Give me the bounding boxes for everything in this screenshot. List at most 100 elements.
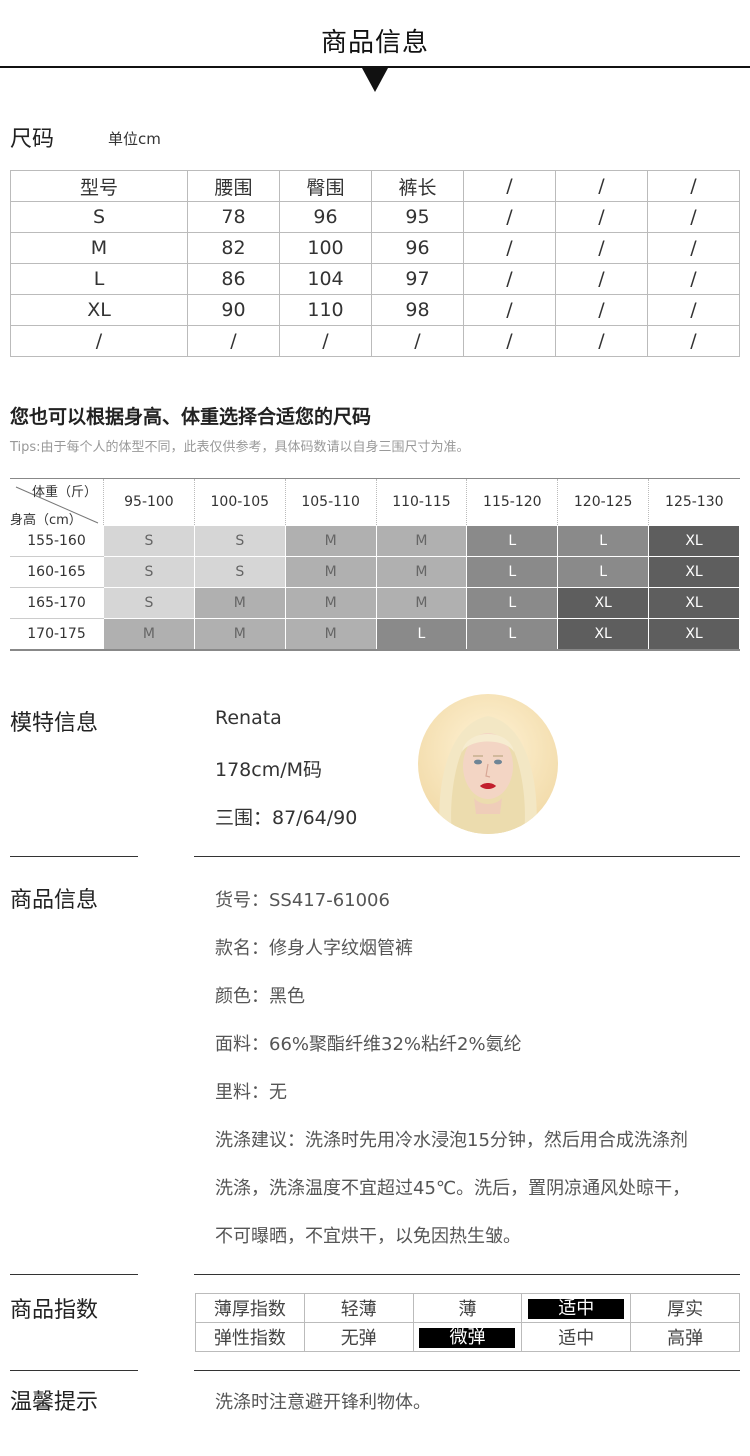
index-option-label: 无弹 xyxy=(340,1328,377,1349)
size-row: XL 90 110 98// / xyxy=(10,294,740,326)
recommend-title: 您也可以根据身高、体重选择合适您的尺码 xyxy=(10,406,372,428)
model-section-title: 模特信息 xyxy=(10,711,99,736)
weight-header: 115-120 xyxy=(466,478,558,526)
size-cell: XL xyxy=(10,294,188,326)
size-cell: / xyxy=(647,263,740,295)
size-cell: / xyxy=(647,325,740,357)
recommend-size-cell: M xyxy=(284,556,377,588)
index-option: 微弹 xyxy=(412,1322,523,1352)
recommend-size-cell: S xyxy=(193,556,286,588)
recommend-row: 170-175 M M M L L XL XL xyxy=(10,618,740,651)
weight-header: 100-105 xyxy=(193,478,286,526)
size-cell: 96 xyxy=(279,201,372,233)
recommend-size-cell: XL xyxy=(648,556,740,588)
index-option: 薄 xyxy=(412,1293,523,1323)
size-cell: / xyxy=(463,201,556,233)
size-cell: / xyxy=(555,294,648,326)
index-row: 弹性指数 无弹 微弹 适中 高弹 xyxy=(195,1322,740,1352)
index-label: 薄厚指数 xyxy=(195,1293,305,1323)
size-table: 型号 腰围 臀围 裤长 / / / S 78 96 95// / M 82 100 96// / L 86 104 97… xyxy=(10,170,740,357)
size-cell: / xyxy=(647,294,740,326)
size-cell: / xyxy=(555,201,648,233)
size-cell: / xyxy=(555,325,648,357)
recommend-header-row: 体重（斤） 身高（cm） 95-100 100-105 105-110 110-115… xyxy=(10,478,740,528)
size-cell: 90 xyxy=(187,294,280,326)
size-cell: 臀围 xyxy=(279,170,372,202)
product-info-line: 颜色：黑色 xyxy=(215,986,305,1007)
size-header-row: 型号 腰围 臀围 裤长 / / / xyxy=(10,170,740,202)
index-option: 适中 xyxy=(521,1322,632,1352)
recommend-size-cell: S xyxy=(103,556,195,588)
index-table: 薄厚指数 轻薄薄适中 厚实 弹性指数 无弹 微弹 适中 高弹 xyxy=(195,1293,740,1352)
weight-header: 125-130 xyxy=(648,478,740,526)
size-cell: / xyxy=(555,170,648,202)
index-option-label: 厚实 xyxy=(667,1299,704,1320)
weight-axis-label: 体重（斤） xyxy=(32,485,98,500)
index-option: 厚实 xyxy=(630,1293,740,1323)
divider-long xyxy=(194,1370,740,1371)
size-cell: 86 xyxy=(187,263,280,295)
size-cell: / xyxy=(371,325,464,357)
size-row: / / / / / / / xyxy=(10,325,740,357)
size-cell: 98 xyxy=(371,294,464,326)
size-cell: 95 xyxy=(371,201,464,233)
recommend-tips: Tips:由于每个人的体型不同，此表仅供参考，具体码数请以自身三围尺寸为准。 xyxy=(10,440,470,455)
index-option: 适中 xyxy=(521,1293,632,1323)
index-option-label: 薄 xyxy=(458,1299,477,1320)
index-option-label: 轻薄 xyxy=(340,1299,377,1320)
weight-header: 105-110 xyxy=(284,478,377,526)
product-info-line: 不可曝晒，不宜烘干，以免因热生皱。 xyxy=(215,1226,521,1247)
size-row: S 78 96 95// / xyxy=(10,201,740,233)
index-option-label: 适中 xyxy=(558,1328,595,1349)
size-cell: 100 xyxy=(279,232,372,264)
size-row: M 82 100 96// / xyxy=(10,232,740,264)
recommend-size-cell: XL xyxy=(648,525,740,557)
recommend-row: 165-170 S M M M L XL XL xyxy=(10,587,740,619)
size-cell: 104 xyxy=(279,263,372,295)
index-row: 薄厚指数 轻薄 薄 适中 厚实 xyxy=(195,1293,740,1323)
recommend-size-cell: L xyxy=(557,556,650,588)
recommend-size-cell: L xyxy=(375,618,468,651)
recommend-row: 155-160 S S M M L L XL xyxy=(10,525,740,557)
divider-long xyxy=(194,856,740,857)
index-label: 弹性指数 xyxy=(195,1322,305,1352)
product-section-title: 商品信息 xyxy=(10,888,99,913)
recommend-row: 160-165 S S M M L L XL xyxy=(10,556,740,588)
size-cell: / xyxy=(463,170,556,202)
product-info-line: 货号：SS417-61006 xyxy=(215,890,390,911)
recommend-size-cell: XL xyxy=(557,587,650,619)
recommend-table: 体重（斤） 身高（cm） 95-100 100-105 105-110 110-115… xyxy=(10,478,740,651)
model-name: Renata xyxy=(215,707,282,729)
size-cell: 腰围 xyxy=(187,170,280,202)
divider-long xyxy=(194,1274,740,1275)
height-axis-label: 身高（cm） xyxy=(10,513,82,528)
recommend-size-cell: L xyxy=(466,525,559,557)
size-cell: / xyxy=(279,325,372,357)
size-cell: 裤长 xyxy=(371,170,464,202)
size-cell: / xyxy=(463,263,556,295)
divider-short xyxy=(10,1274,138,1275)
product-info-line: 洗涤建议：洗涤时先用冷水浸泡15分钟，然后用合成洗涤剂 xyxy=(215,1130,688,1151)
height-header: 170-175 xyxy=(10,618,104,651)
recommend-size-cell: M xyxy=(193,618,286,651)
size-unit-label: 单位cm xyxy=(108,130,161,148)
page-title: 商品信息 xyxy=(320,28,429,58)
recommend-size-cell: M xyxy=(375,556,468,588)
index-option: 无弹 xyxy=(303,1322,414,1352)
size-cell: 97 xyxy=(371,263,464,295)
size-cell: 110 xyxy=(279,294,372,326)
recommend-size-cell: XL xyxy=(648,618,740,651)
index-option: 高弹 xyxy=(630,1322,740,1352)
index-section-title: 商品指数 xyxy=(10,1298,99,1323)
product-info-line: 里料：无 xyxy=(215,1082,287,1103)
size-cell: M xyxy=(10,232,188,264)
index-option-label: 高弹 xyxy=(667,1328,704,1349)
size-cell: S xyxy=(10,201,188,233)
size-section-title: 尺码 xyxy=(10,127,55,152)
tips-text: 洗涤时注意避开锋利物体。 xyxy=(215,1392,431,1413)
product-info-line: 面料：66%聚酯纤维32%粘纤2%氨纶 xyxy=(215,1034,522,1055)
recommend-size-cell: L xyxy=(466,618,559,651)
size-cell: / xyxy=(555,232,648,264)
recommend-size-cell: XL xyxy=(557,618,650,651)
size-cell: L xyxy=(10,263,188,295)
